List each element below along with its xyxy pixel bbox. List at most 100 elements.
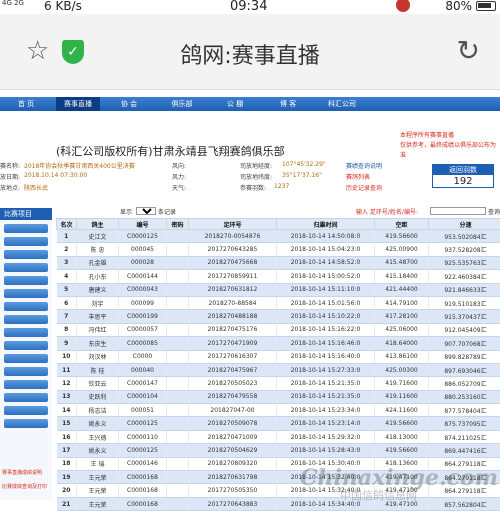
- password-cell: [167, 430, 189, 443]
- entries-label: 参赛羽数:: [240, 183, 266, 192]
- table-row[interactable]: 14杨志洁000051201827047-002018-10-14 15:23:…: [57, 404, 500, 417]
- nav-item-live[interactable]: 赛事直播: [56, 97, 100, 111]
- sidebar-item[interactable]: [4, 393, 48, 402]
- password-cell: [167, 243, 189, 256]
- rank-cell: 12: [57, 377, 77, 390]
- speed-cell: 899.828789汇: [429, 350, 500, 363]
- column-header[interactable]: 鸽主: [77, 219, 119, 230]
- table-row[interactable]: 3孔金雄00002820182704756682018-10-14 14:58:…: [57, 256, 500, 269]
- ring-cell: 2017270471909: [189, 337, 277, 350]
- nav-item-club[interactable]: 俱乐部: [156, 97, 208, 111]
- id-cell: C0000125: [119, 444, 167, 457]
- password-cell: [167, 310, 189, 323]
- table-row[interactable]: 12钦亚云C000014720182705050232018-10-14 15:…: [57, 377, 500, 390]
- distance-cell: 418.13000: [375, 430, 429, 443]
- table-row[interactable]: 7丰思平C000019920182704881882018-10-14 15:1…: [57, 310, 500, 323]
- table-row[interactable]: 1史江文C00001252018270-00548762018-10-14 14…: [57, 230, 500, 243]
- sidebar-item[interactable]: [4, 250, 48, 259]
- results-print-sidebar-link[interactable]: 比赛成绩查询及打印: [0, 484, 52, 491]
- return-count-box: 返回羽数 192: [432, 164, 494, 188]
- distance-cell: 413.86100: [375, 350, 429, 363]
- sidebar-item[interactable]: [4, 276, 48, 285]
- id-cell: 000028: [119, 256, 167, 269]
- latitude-label: 司放地纬度:: [240, 172, 272, 181]
- arrival-cell: 2018-10-14 15:29:32:0: [277, 430, 375, 443]
- table-row[interactable]: 11陈 桂00004020182704759672018-10-14 15:27…: [57, 363, 500, 376]
- distance-cell: 414.79100: [375, 296, 429, 309]
- sidebar-item[interactable]: [4, 380, 48, 389]
- nav-item-association[interactable]: 协 会: [104, 97, 154, 111]
- column-header[interactable]: 足环号: [189, 219, 277, 230]
- id-cell: 000045: [119, 243, 167, 256]
- password-cell: [167, 323, 189, 336]
- star-icon[interactable]: ☆: [26, 36, 49, 66]
- nav-item-home[interactable]: 首 页: [0, 97, 52, 111]
- sidebar-item[interactable]: [4, 367, 48, 376]
- table-row[interactable]: 4孔小东C000014420172708599112018-10-14 15:0…: [57, 270, 500, 283]
- password-cell: [167, 444, 189, 457]
- sidebar-item[interactable]: [4, 263, 48, 272]
- distance-cell: 419.11600: [375, 390, 429, 403]
- owner-cell: 刘宇: [77, 296, 119, 309]
- entries: 1237: [274, 183, 289, 190]
- page-size-select[interactable]: 100: [136, 207, 156, 215]
- sidebar-item[interactable]: [4, 224, 48, 233]
- ring-cell: 2018270509078: [189, 417, 277, 430]
- table-row[interactable]: 6刘宇0000992018270-885842018-10-14 15:01:5…: [57, 296, 500, 309]
- id-cell: C0000168: [119, 497, 167, 510]
- weather-label: 天气:: [172, 183, 186, 192]
- ring-cell: 2018270479558: [189, 390, 277, 403]
- speed-cell: 937.528208汇: [429, 243, 500, 256]
- ring-cell: 2018270475967: [189, 363, 277, 376]
- sidebar-item[interactable]: [4, 289, 48, 298]
- ring-cell: 2018270-88584: [189, 296, 277, 309]
- sidebar-item[interactable]: [4, 406, 48, 415]
- column-header[interactable]: 密码: [167, 219, 189, 230]
- sidebar-item[interactable]: [4, 341, 48, 350]
- sidebar-item[interactable]: [4, 419, 48, 428]
- sidebar-item[interactable]: [4, 354, 48, 363]
- nav-item-blog[interactable]: 博 客: [262, 97, 314, 111]
- ring-cell: 2017270616307: [189, 350, 277, 363]
- nav-item-loft[interactable]: 公 棚: [210, 97, 260, 111]
- results-help-sidebar-link[interactable]: 赛事直播成绩说明: [0, 470, 52, 477]
- longitude: 107°45'32.29": [282, 161, 326, 168]
- shield-icon[interactable]: ✓: [62, 40, 84, 64]
- table-row[interactable]: 9东庆生C000008520172704719092018-10-14 15:1…: [57, 337, 500, 350]
- table-row[interactable]: 10刘汉林C000020172706163072018-10-14 15:16:…: [57, 350, 500, 363]
- column-header[interactable]: 名次: [57, 219, 77, 230]
- search-input[interactable]: [430, 207, 486, 215]
- table-row[interactable]: 13史跃利C000010420182704795582018-10-14 15:…: [57, 390, 500, 403]
- table-row[interactable]: 17姚永义C000012520182705046292018-10-14 15:…: [57, 444, 500, 457]
- nav-item-company[interactable]: 科汇公司: [316, 97, 368, 111]
- id-cell: C0000057: [119, 323, 167, 336]
- ring-cell: 2018270631798: [189, 471, 277, 484]
- pigeon-list-link[interactable]: 赛鸽列表: [346, 172, 370, 181]
- rank-cell: 20: [57, 484, 77, 497]
- column-header[interactable]: 归巢时间: [277, 219, 375, 230]
- results-help-link[interactable]: 赛绩查询说明: [346, 161, 382, 170]
- reload-icon[interactable]: ↻: [457, 36, 480, 66]
- sidebar-item[interactable]: [4, 315, 48, 324]
- sidebar-item[interactable]: [4, 237, 48, 246]
- search-label: 输入 足环号/姓名/编号:: [356, 207, 418, 216]
- table-row[interactable]: 5唐建义C000004320182706318122018-10-14 15:1…: [57, 283, 500, 296]
- rank-cell: 6: [57, 296, 77, 309]
- search-button[interactable]: 查询: [488, 207, 500, 216]
- table-row[interactable]: 8冯伟红C000005720182704751762018-10-14 15:1…: [57, 323, 500, 336]
- sidebar-item[interactable]: [4, 328, 48, 337]
- history-link[interactable]: 历史记录查询: [346, 183, 382, 192]
- column-header[interactable]: 编号: [119, 219, 167, 230]
- table-row[interactable]: 2陈 忠00004520172706432852018-10-14 15:04:…: [57, 243, 500, 256]
- sidebar-item[interactable]: [4, 302, 48, 311]
- id-cell: C0000199: [119, 310, 167, 323]
- password-cell: [167, 484, 189, 497]
- column-header[interactable]: 分速: [429, 219, 500, 230]
- status-bar: 4G 2G 6 KB/s 09:34 80%: [0, 0, 500, 14]
- release-time-label: 放日期:: [0, 172, 20, 181]
- page-title[interactable]: 鸽网:赛事直播: [120, 38, 380, 70]
- column-header[interactable]: 空距: [375, 219, 429, 230]
- table-row[interactable]: 21王元荣C000016820172706438832018-10-14 15:…: [57, 497, 500, 510]
- table-row[interactable]: 16王兴德C000011020182704710092018-10-14 15:…: [57, 430, 500, 443]
- table-row[interactable]: 15姚永义C000012520182705090782018-10-14 15:…: [57, 417, 500, 430]
